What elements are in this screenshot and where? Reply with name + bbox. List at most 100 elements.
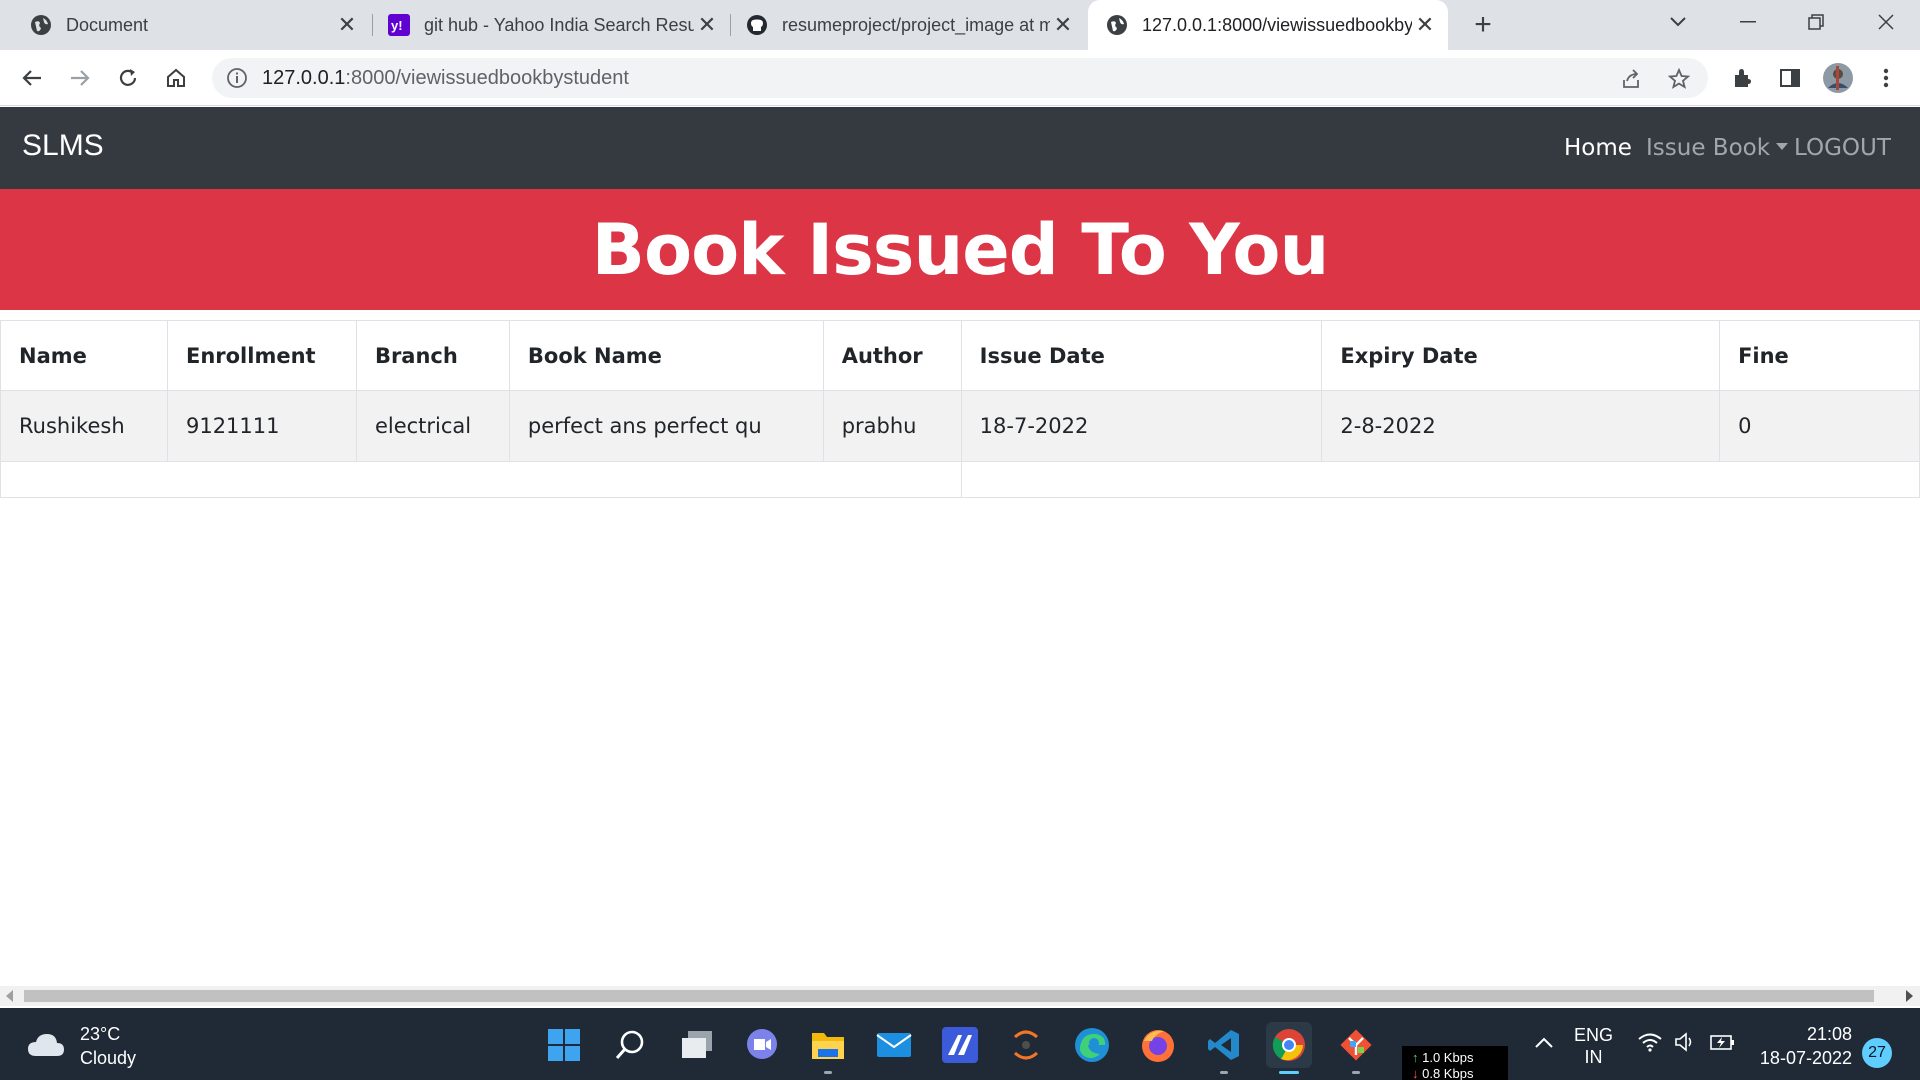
weather-description: Cloudy bbox=[80, 1048, 137, 1068]
github-icon bbox=[746, 14, 768, 36]
empty-cell bbox=[960, 461, 1920, 498]
chrome-menu-icon[interactable] bbox=[1868, 60, 1904, 96]
table-header-row: Name Enrollment Branch Book Name Author … bbox=[0, 320, 1920, 391]
network-speed-widget: ↑ 1.0 Kbps ↓ 0.8 Kbps bbox=[1402, 1046, 1508, 1080]
table-empty-row bbox=[0, 461, 1920, 498]
profile-avatar[interactable] bbox=[1820, 60, 1856, 96]
scroll-right-arrow-icon[interactable] bbox=[1906, 990, 1913, 1002]
nav-issue-book-dropdown[interactable]: Issue Book bbox=[1646, 135, 1789, 161]
side-panel-icon[interactable] bbox=[1772, 60, 1808, 96]
bookmark-star-icon[interactable] bbox=[1664, 64, 1694, 94]
table-cell: 9121111 bbox=[166, 390, 357, 462]
browser-toolbar: 127.0.0.1:8000/viewissuedbookbystudent bbox=[0, 50, 1920, 106]
url-path: :8000/viewissuedbookbystudent bbox=[345, 67, 629, 89]
language-indicator[interactable]: ENG IN bbox=[1574, 1024, 1613, 1068]
share-icon[interactable] bbox=[1616, 64, 1646, 94]
vscode-icon[interactable] bbox=[1201, 1022, 1247, 1074]
close-tab-icon[interactable]: ✕ bbox=[1412, 12, 1438, 38]
address-bar[interactable]: 127.0.0.1:8000/viewissuedbookbystudent bbox=[212, 58, 1708, 98]
battery-charging-icon[interactable] bbox=[1710, 1032, 1736, 1057]
wifi-icon[interactable] bbox=[1638, 1032, 1662, 1057]
empty-cell bbox=[0, 461, 962, 498]
tab-title: 127.0.0.1:8000/viewissuedbookbys bbox=[1142, 14, 1412, 35]
tab-title: resumeproject/project_image at m bbox=[782, 14, 1050, 35]
weather-widget[interactable]: 23°C Cloudy bbox=[26, 1022, 136, 1070]
forward-icon[interactable] bbox=[62, 60, 98, 96]
edge-icon[interactable] bbox=[1069, 1022, 1115, 1068]
column-header: Fine bbox=[1719, 320, 1920, 391]
search-icon[interactable] bbox=[607, 1022, 653, 1068]
download-speed-value: 0.8 Kbps bbox=[1422, 1066, 1474, 1080]
upload-speed: ↑ 1.0 Kbps bbox=[1412, 1050, 1474, 1065]
close-tab-icon[interactable]: ✕ bbox=[334, 12, 360, 38]
home-icon[interactable] bbox=[158, 60, 194, 96]
windows-taskbar: 23°C Cloudy ↑ 1.0 Kbps ↓ 0.8 Kbps ENG IN… bbox=[0, 1008, 1920, 1080]
extensions-icon[interactable] bbox=[1724, 60, 1760, 96]
app-icon[interactable] bbox=[937, 1022, 983, 1068]
language-code: ENG bbox=[1574, 1025, 1614, 1045]
show-hidden-icons-icon[interactable] bbox=[1534, 1032, 1554, 1054]
nav-home-link[interactable]: Home bbox=[1564, 135, 1632, 161]
scroll-left-arrow-icon[interactable] bbox=[6, 990, 13, 1002]
chrome-icon[interactable] bbox=[1266, 1022, 1312, 1074]
column-header: Name bbox=[0, 320, 168, 391]
new-tab-icon[interactable]: + bbox=[1466, 8, 1500, 42]
restore-icon[interactable] bbox=[1782, 0, 1850, 44]
close-tab-icon[interactable]: ✕ bbox=[1050, 12, 1076, 38]
table-row: Rushikesh 9121111 electrical perfect ans… bbox=[0, 390, 1920, 462]
url-text: 127.0.0.1:8000/viewissuedbookbystudent bbox=[262, 67, 629, 90]
table-cell: Rushikesh bbox=[0, 390, 168, 462]
close-tab-icon[interactable]: ✕ bbox=[694, 12, 720, 38]
file-explorer-icon[interactable] bbox=[805, 1022, 851, 1074]
git-icon[interactable] bbox=[1333, 1022, 1379, 1074]
clock-date: 18-07-2022 bbox=[1759, 1048, 1852, 1068]
weather-temperature: 23°C bbox=[80, 1024, 121, 1044]
browser-tab[interactable]: resumeproject/project_image at m ✕ bbox=[732, 0, 1086, 50]
reload-icon[interactable] bbox=[110, 60, 146, 96]
table-cell: perfect ans perfect qu bbox=[508, 390, 824, 462]
clock-time: 21:08 bbox=[1806, 1024, 1852, 1044]
mail-icon[interactable] bbox=[871, 1022, 917, 1068]
scrollbar-thumb[interactable] bbox=[24, 990, 1874, 1002]
firefox-icon[interactable] bbox=[1135, 1022, 1181, 1068]
nav-logout-link[interactable]: LOGOUT bbox=[1794, 135, 1891, 161]
page-heading-banner: Book Issued To You bbox=[0, 189, 1920, 310]
volume-icon[interactable] bbox=[1674, 1032, 1696, 1057]
horizontal-scrollbar[interactable] bbox=[0, 986, 1920, 1006]
browser-tab-strip: Document ✕ y! git hub - Yahoo India Sear… bbox=[0, 0, 1920, 50]
tab-search-icon[interactable] bbox=[1644, 0, 1712, 44]
yahoo-icon: y! bbox=[388, 14, 410, 36]
running-indicator bbox=[1220, 1071, 1228, 1074]
back-icon[interactable] bbox=[14, 60, 50, 96]
browser-tab[interactable]: y! git hub - Yahoo India Search Resu ✕ bbox=[374, 0, 730, 50]
column-header: Expiry Date bbox=[1321, 320, 1721, 391]
table-cell: prabhu bbox=[822, 390, 962, 462]
windows-start-icon[interactable] bbox=[541, 1022, 587, 1068]
site-info-icon[interactable] bbox=[226, 67, 248, 89]
system-clock[interactable]: 21:08 18-07-2022 bbox=[1748, 1022, 1852, 1070]
task-view-icon[interactable] bbox=[674, 1022, 720, 1068]
download-speed: ↓ 0.8 Kbps bbox=[1412, 1066, 1474, 1080]
upload-speed-value: 1.0 Kbps bbox=[1422, 1050, 1474, 1065]
globe-icon bbox=[30, 14, 52, 36]
close-window-icon[interactable] bbox=[1852, 0, 1920, 44]
tab-title: git hub - Yahoo India Search Resu bbox=[424, 14, 694, 35]
column-header: Book Name bbox=[508, 320, 824, 391]
browser-tab-active[interactable]: 127.0.0.1:8000/viewissuedbookbys ✕ bbox=[1088, 0, 1448, 50]
table-cell: 2-8-2022 bbox=[1321, 390, 1721, 462]
page-title: Book Issued To You bbox=[591, 208, 1330, 291]
notification-badge[interactable]: 27 bbox=[1862, 1038, 1892, 1068]
minimize-icon[interactable] bbox=[1714, 0, 1782, 44]
teams-chat-icon[interactable] bbox=[739, 1022, 785, 1068]
url-host: 127.0.0.1 bbox=[262, 67, 346, 89]
navbar-brand[interactable]: SLMS bbox=[22, 129, 104, 163]
column-header: Enrollment bbox=[166, 320, 357, 391]
eclipse-icon[interactable] bbox=[1003, 1022, 1049, 1068]
browser-tab[interactable]: Document ✕ bbox=[0, 0, 370, 50]
tab-title: Document bbox=[66, 14, 149, 35]
globe-icon bbox=[1106, 14, 1128, 36]
table-cell: electrical bbox=[355, 390, 510, 462]
site-navbar: SLMS Home Issue Book LOGOUT bbox=[0, 107, 1920, 189]
running-indicator bbox=[824, 1071, 832, 1074]
cloud-icon bbox=[26, 1030, 66, 1063]
